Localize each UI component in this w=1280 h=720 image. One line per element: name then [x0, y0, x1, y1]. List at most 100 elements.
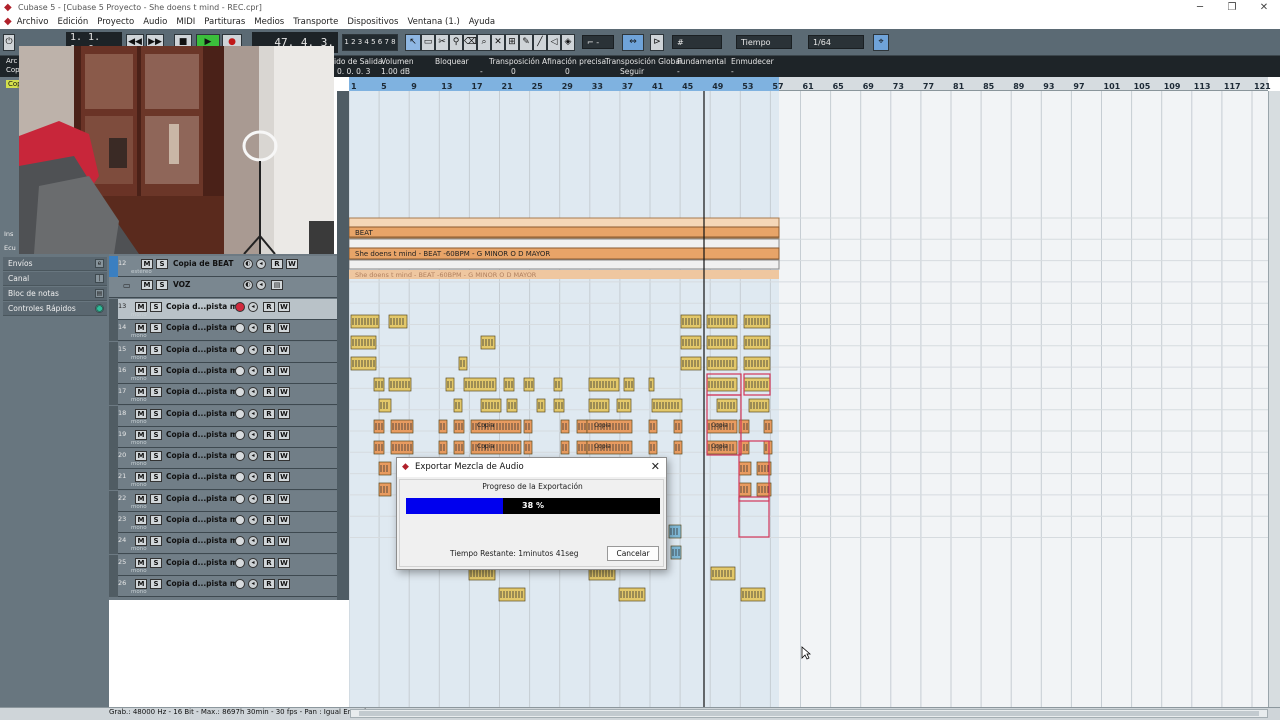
menu-proyecto[interactable]: Proyecto — [97, 17, 134, 27]
track-name[interactable]: Copia d...pista mk — [166, 409, 243, 418]
monitor-icon[interactable]: ◂ — [248, 515, 258, 525]
record-enable-button[interactable] — [235, 557, 245, 568]
solo-button[interactable]: S — [150, 365, 162, 376]
close-button[interactable]: ✕ — [1248, 0, 1280, 15]
write-button[interactable]: W — [278, 557, 290, 568]
write-button[interactable]: W — [278, 302, 290, 312]
mute-tool-icon[interactable]: ✕ — [491, 34, 505, 51]
menu-audio[interactable]: Audio — [143, 17, 167, 27]
audio-track-14[interactable]: 14 M S Copia d...pista mk mono ◂ R W — [109, 320, 346, 342]
mute-button[interactable]: M — [141, 280, 153, 290]
write-button[interactable]: W — [278, 578, 290, 589]
inspector-sends[interactable]: Envíos e — [3, 257, 107, 271]
monitor-icon[interactable]: ◂ — [248, 557, 258, 568]
solo-button[interactable]: S — [150, 578, 162, 589]
quantize-select[interactable]: 1/64 — [808, 35, 864, 49]
info-value-global-transpose[interactable]: Seguir — [620, 67, 644, 76]
info-value-output[interactable]: 0. 0. 0. 3 — [337, 67, 370, 76]
object-selection-tool-icon[interactable]: ↖ — [405, 34, 421, 51]
channel-edit-icon[interactable]: | — [95, 274, 104, 283]
track-name[interactable]: Copia d...pista mk — [166, 515, 243, 524]
monitor-icon[interactable]: ◂ — [248, 302, 258, 312]
speaker-icon[interactable]: ◂ — [256, 259, 266, 269]
monitor-icon[interactable]: ◂ — [248, 493, 258, 504]
line-tool-icon[interactable]: ╱ — [533, 34, 547, 51]
track-expand-icon[interactable] — [109, 341, 118, 363]
record-enable-button[interactable] — [235, 387, 245, 398]
monitor-icon[interactable]: ◂ — [248, 387, 258, 398]
speaker-icon[interactable]: ◂ — [256, 280, 266, 290]
solo-button[interactable]: S — [150, 429, 162, 440]
notepad-icon[interactable]: ▤ — [95, 289, 104, 298]
info-value-finetune[interactable]: 0 — [565, 67, 570, 76]
timewarp-tool-icon[interactable]: ⊞ — [505, 34, 519, 51]
track-expand-icon[interactable] — [109, 554, 118, 576]
range-tool-icon[interactable]: ▭ — [421, 34, 435, 51]
info-value-lock[interactable]: - — [480, 67, 483, 76]
track-name[interactable]: Copia d...pista mk — [166, 366, 243, 375]
write-button[interactable]: W — [278, 515, 290, 525]
activate-project-button[interactable]: ⏻ — [3, 34, 15, 51]
monitor-icon[interactable]: ◂ — [248, 472, 258, 483]
monitor-icon[interactable]: ◂ — [248, 451, 258, 462]
menu-medios[interactable]: Medios — [254, 17, 284, 27]
monitor-icon[interactable]: ◂ — [248, 365, 258, 376]
track-expand-icon[interactable] — [109, 448, 118, 470]
marker-buttons[interactable]: 1 2 3 4 5 6 7 8 — [342, 34, 398, 51]
record-enable-button[interactable] — [235, 429, 245, 440]
zoom-tool-icon[interactable]: ⌕ — [477, 34, 491, 51]
mute-button[interactable]: M — [135, 451, 147, 462]
info-value-volume[interactable]: 1.00 dB — [381, 67, 410, 76]
read-button[interactable]: R — [263, 344, 275, 355]
read-button[interactable]: R — [263, 557, 275, 568]
monitor-button[interactable]: ◐ — [243, 280, 253, 290]
minimize-button[interactable]: ─ — [1184, 0, 1216, 15]
mute-button[interactable]: M — [135, 429, 147, 440]
mute-button[interactable]: M — [135, 344, 147, 355]
solo-button[interactable]: S — [150, 515, 162, 525]
folder-edit-button[interactable]: ▤ — [271, 280, 283, 290]
write-button[interactable]: W — [278, 472, 290, 483]
track-expand-icon[interactable] — [109, 469, 118, 491]
read-button[interactable]: R — [263, 493, 275, 504]
read-button[interactable]: R — [263, 408, 275, 419]
inspector-channel[interactable]: Canal | — [3, 272, 107, 286]
mute-button[interactable]: M — [135, 302, 147, 312]
monitor-icon[interactable]: ◂ — [248, 344, 258, 355]
draw-tool-icon[interactable]: ✎ — [519, 34, 533, 51]
folder-track-beat[interactable]: 12 M S Copia de BEAT estéreo ◐ ◂ R W — [109, 256, 346, 277]
autoscroll-button[interactable]: ⇔ — [622, 34, 644, 51]
inspector-notepad[interactable]: Bloc de notas ▤ — [3, 287, 107, 301]
track-expand-icon[interactable] — [109, 426, 118, 448]
track-name[interactable]: Copia d...pista mk — [166, 387, 243, 396]
mute-button[interactable]: M — [135, 515, 147, 525]
menu-edicion[interactable]: Edición — [57, 17, 88, 27]
folder-expand-icon[interactable] — [109, 256, 118, 277]
solo-button[interactable]: S — [150, 536, 162, 547]
solo-button[interactable]: S — [156, 280, 168, 290]
audio-track-25[interactable]: 25 M S Copia d...pista mk mono ◂ R W — [109, 554, 346, 576]
menu-ventana[interactable]: Ventana (1.) — [407, 17, 459, 27]
maximize-button[interactable]: ❐ — [1216, 0, 1248, 15]
glue-tool-icon[interactable]: ⚲ — [449, 34, 463, 51]
info-value-root[interactable]: - — [677, 67, 680, 76]
track-expand-icon[interactable] — [109, 299, 118, 320]
record-enable-button[interactable] — [235, 493, 245, 504]
record-enable-button[interactable] — [235, 302, 245, 312]
read-button[interactable]: R — [263, 451, 275, 462]
record-enable-button[interactable] — [235, 344, 245, 355]
menu-midi[interactable]: MIDI — [176, 17, 195, 27]
solo-button[interactable]: S — [150, 344, 162, 355]
monitor-icon[interactable]: ◂ — [248, 323, 258, 334]
mute-button[interactable]: M — [135, 323, 147, 334]
track-expand-icon[interactable] — [109, 490, 118, 512]
audio-track-24[interactable]: 24 M S Copia d...pista mk mono ◂ R W — [109, 533, 346, 555]
info-value-transpose[interactable]: 0 — [511, 67, 516, 76]
write-button[interactable]: W — [286, 259, 298, 269]
grid-type-selector[interactable]: # — [672, 35, 722, 49]
record-enable-button[interactable] — [235, 451, 245, 462]
track-name[interactable]: Copia d...pista mk — [166, 323, 243, 332]
record-enable-button[interactable] — [235, 323, 245, 334]
read-button[interactable]: R — [263, 536, 275, 547]
audio-track-15[interactable]: 15 M S Copia d...pista mk mono ◂ R W — [109, 341, 346, 363]
